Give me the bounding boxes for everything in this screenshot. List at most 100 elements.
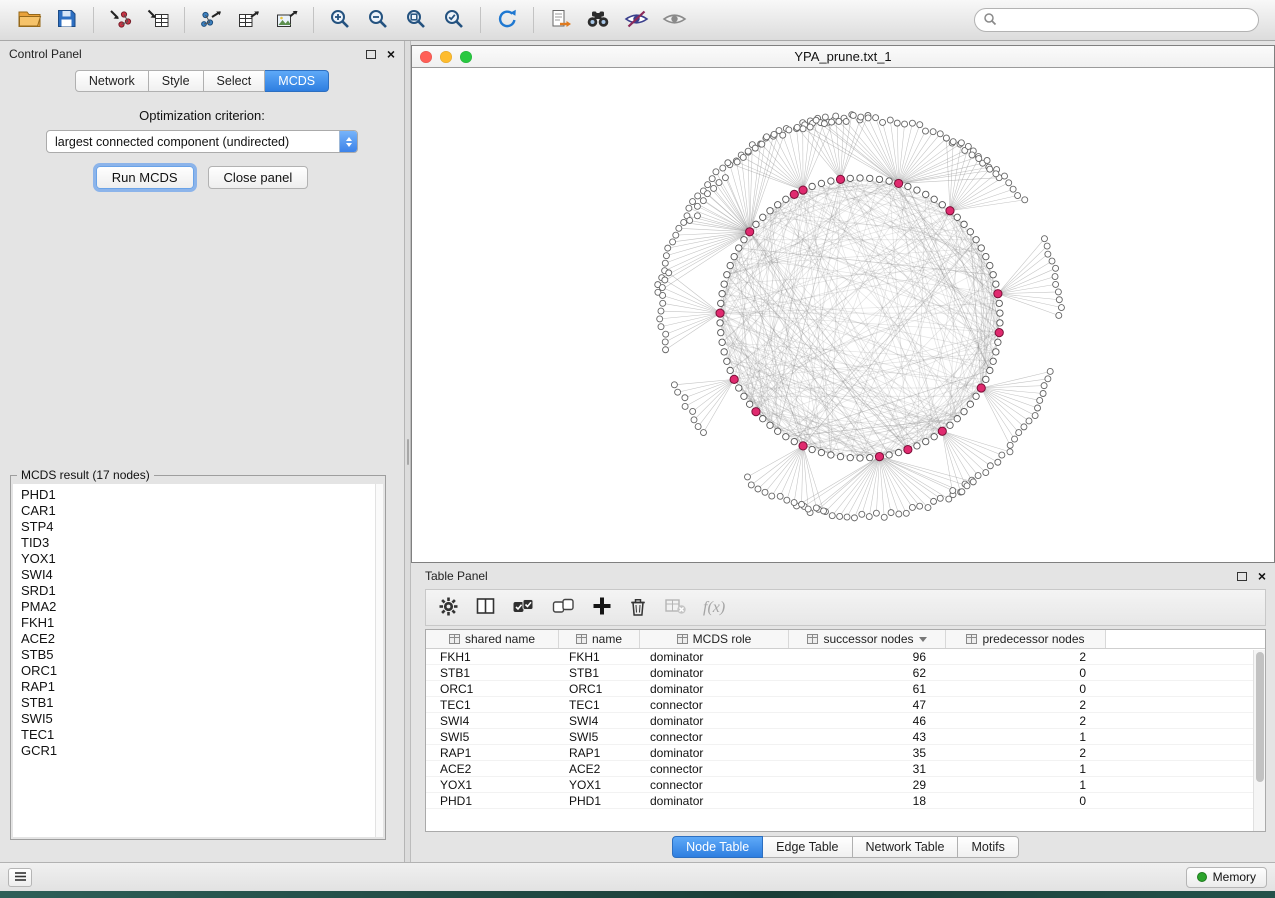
show-details-button[interactable] [655, 4, 693, 36]
criterion-select[interactable]: largest connected component (undirected) [46, 130, 358, 153]
mcds-result-item[interactable]: RAP1 [21, 679, 375, 695]
select-all-button[interactable] [512, 596, 536, 619]
table-scrollbar-thumb[interactable] [1256, 652, 1264, 782]
status-bar: Memory [0, 862, 1275, 891]
table-cell-mcds_role: connector [640, 761, 789, 776]
mcds-result-item[interactable]: FKH1 [21, 615, 375, 631]
export-table-button[interactable] [230, 4, 268, 36]
table-row[interactable]: STB1STB1dominator620 [426, 665, 1265, 681]
task-history-button[interactable] [8, 868, 32, 887]
table-cell-name: ORC1 [559, 681, 640, 696]
mcds-result-item[interactable]: PMA2 [21, 599, 375, 615]
tab-node-table[interactable]: Node Table [672, 836, 763, 858]
open-file-button[interactable] [10, 4, 48, 36]
column-header-successor-nodes[interactable]: successor nodes [789, 630, 946, 648]
mcds-result-item[interactable]: ACE2 [21, 631, 375, 647]
mcds-result-item[interactable]: CAR1 [21, 503, 375, 519]
table-cell-shared_name: FKH1 [426, 649, 559, 664]
network-graph[interactable] [412, 68, 1274, 562]
network-titlebar[interactable]: YPA_prune.txt_1 [412, 46, 1274, 68]
tab-motifs[interactable]: Motifs [958, 836, 1018, 858]
table-row[interactable]: PHD1PHD1dominator180 [426, 793, 1265, 809]
close-panel-button[interactable]: Close panel [208, 166, 309, 189]
table-cell-shared_name: TEC1 [426, 697, 559, 712]
control-panel: Control Panel × Network Style Select MCD… [0, 41, 405, 862]
mcds-result-item[interactable]: ORC1 [21, 663, 375, 679]
mcds-result-item[interactable]: TEC1 [21, 727, 375, 743]
column-header-name[interactable]: name [559, 630, 640, 648]
mcds-result-item[interactable]: SWI5 [21, 711, 375, 727]
column-header-mcds-role[interactable]: MCDS role [640, 630, 789, 648]
close-table-panel-icon[interactable]: × [1258, 569, 1266, 583]
function-builder-button-disabled: f(x) [703, 599, 725, 617]
table-scrollbar[interactable] [1253, 650, 1265, 831]
export-document-button[interactable] [541, 4, 579, 36]
mcds-result-item[interactable]: GCR1 [21, 743, 375, 759]
table-cell-successor_nodes: 96 [789, 649, 946, 664]
main-toolbar [0, 0, 1275, 41]
column-header-shared-name[interactable]: shared name [426, 630, 559, 648]
export-image-button[interactable] [268, 4, 306, 36]
mcds-result-item[interactable]: SRD1 [21, 583, 375, 599]
table-cell-predecessor_nodes: 0 [946, 793, 1106, 808]
table-cell-filler [1106, 777, 1265, 792]
hide-details-button[interactable] [617, 4, 655, 36]
table-row[interactable]: FKH1FKH1dominator962 [426, 649, 1265, 665]
table-settings-button[interactable] [438, 596, 459, 620]
mcds-result-item[interactable]: STB5 [21, 647, 375, 663]
table-row[interactable]: SWI4SWI4dominator462 [426, 713, 1265, 729]
import-table-button[interactable] [139, 4, 177, 36]
table-cell-successor_nodes: 29 [789, 777, 946, 792]
tab-edge-table[interactable]: Edge Table [763, 836, 852, 858]
open-icon [17, 8, 42, 32]
tab-network[interactable]: Network [75, 70, 149, 92]
zoom-selected-button[interactable] [435, 4, 473, 36]
mcds-result-item[interactable]: STP4 [21, 519, 375, 535]
search-input[interactable] [997, 13, 1250, 27]
mcds-list-scrollbar[interactable] [375, 484, 383, 837]
export-network-button[interactable] [192, 4, 230, 36]
table-cell-predecessor_nodes: 1 [946, 777, 1106, 792]
table-cell-successor_nodes: 18 [789, 793, 946, 808]
table-row[interactable]: TEC1TEC1connector472 [426, 697, 1265, 713]
table-cell-filler [1106, 649, 1265, 664]
search-network-button[interactable] [579, 4, 617, 36]
zoom-out-button[interactable] [359, 4, 397, 36]
tab-select[interactable]: Select [204, 70, 266, 92]
delete-column-button[interactable] [628, 596, 648, 620]
save-session-button[interactable] [48, 4, 86, 36]
table-cell-filler [1106, 793, 1265, 808]
zoom-in-button[interactable] [321, 4, 359, 36]
table-row[interactable]: ACE2ACE2connector311 [426, 761, 1265, 777]
mcds-result-item[interactable]: PHD1 [21, 487, 375, 503]
refresh-button[interactable] [488, 4, 526, 36]
mcds-result-item[interactable]: YOX1 [21, 551, 375, 567]
table-cell-name: RAP1 [559, 745, 640, 760]
deselect-all-button[interactable] [552, 596, 576, 619]
tab-network-table[interactable]: Network Table [853, 836, 959, 858]
mcds-result-item[interactable]: STB1 [21, 695, 375, 711]
table-row[interactable]: YOX1YOX1connector291 [426, 777, 1265, 793]
table-cell-name: SWI5 [559, 729, 640, 744]
float-table-panel-icon[interactable] [1237, 572, 1247, 581]
tab-style[interactable]: Style [149, 70, 204, 92]
import-network-button[interactable] [101, 4, 139, 36]
table-cell-successor_nodes: 62 [789, 665, 946, 680]
memory-button[interactable]: Memory [1186, 867, 1267, 888]
table-row[interactable]: ORC1ORC1dominator610 [426, 681, 1265, 697]
run-mcds-button[interactable]: Run MCDS [96, 166, 194, 189]
close-panel-icon[interactable]: × [387, 47, 395, 61]
table-row[interactable]: RAP1RAP1dominator352 [426, 745, 1265, 761]
table-cell-predecessor_nodes: 2 [946, 697, 1106, 712]
float-panel-icon[interactable] [366, 50, 376, 59]
mcds-result-item[interactable]: SWI4 [21, 567, 375, 583]
column-header-predecessor-nodes[interactable]: predecessor nodes [946, 630, 1106, 648]
add-column-button[interactable] [592, 596, 612, 619]
show-columns-button[interactable] [475, 596, 496, 619]
columns-icon [475, 596, 496, 619]
mcds-result-item[interactable]: TID3 [21, 535, 375, 551]
search-field[interactable] [974, 8, 1259, 32]
table-row[interactable]: SWI5SWI5connector431 [426, 729, 1265, 745]
tab-mcds[interactable]: MCDS [265, 70, 329, 92]
zoom-fit-button[interactable] [397, 4, 435, 36]
